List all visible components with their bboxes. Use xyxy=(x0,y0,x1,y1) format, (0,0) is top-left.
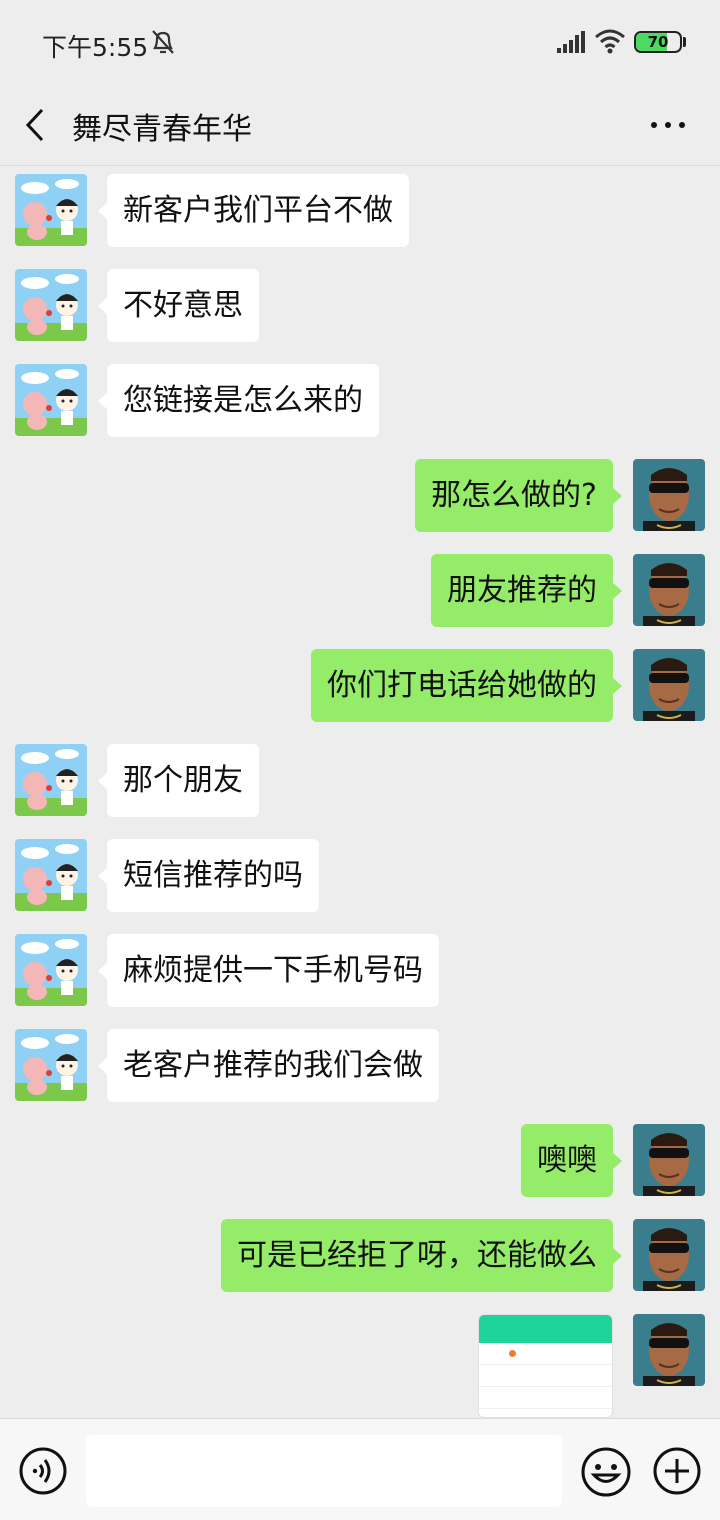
avatar[interactable] xyxy=(633,1219,705,1291)
avatar[interactable] xyxy=(15,744,87,816)
message-sent: 朋友推荐的 xyxy=(0,546,720,627)
message-sent: 可是已经拒了呀，还能做么 xyxy=(0,1211,720,1292)
emoji-icon[interactable] xyxy=(580,1446,632,1498)
signal-icon xyxy=(557,31,585,53)
message-received: 短信推荐的吗 xyxy=(0,831,720,912)
plus-icon[interactable] xyxy=(652,1446,702,1496)
message-input[interactable] xyxy=(86,1435,562,1507)
thumbnail-title-bar xyxy=(479,1325,612,1343)
chat-title: 舞尽青春年华 xyxy=(72,112,252,147)
message-bubble[interactable]: 老客户推荐的我们会做 xyxy=(98,1029,439,1102)
message-bubble[interactable]: 那怎么做的? xyxy=(415,459,622,532)
avatar[interactable] xyxy=(15,1029,87,1101)
chevron-left-icon[interactable] xyxy=(22,106,50,144)
thumbnail-row xyxy=(479,1387,612,1409)
message-sent: 那怎么做的? xyxy=(0,451,720,532)
thumbnail-dot xyxy=(509,1350,516,1357)
message-received: 不好意思 xyxy=(0,261,720,342)
message-sent: 你们打电话给她做的 xyxy=(0,641,720,722)
more-dots-icon[interactable] xyxy=(648,112,688,138)
status-time: 下午5:55 xyxy=(42,33,149,62)
message-bubble[interactable]: 新客户我们平台不做 xyxy=(98,174,409,247)
avatar[interactable] xyxy=(15,174,87,246)
wifi-icon xyxy=(595,29,625,54)
message-bubble[interactable]: 噢噢 xyxy=(521,1124,622,1197)
message-bubble[interactable]: 麻烦提供一下手机号码 xyxy=(98,934,439,1007)
avatar[interactable] xyxy=(15,364,87,436)
avatar[interactable] xyxy=(633,459,705,531)
thumbnail-row xyxy=(479,1343,612,1365)
input-bar xyxy=(0,1418,720,1520)
battery-nub xyxy=(683,37,686,47)
avatar[interactable] xyxy=(15,839,87,911)
message-received: 老客户推荐的我们会做 xyxy=(0,1021,720,1102)
message-received: 新客户我们平台不做 xyxy=(0,166,720,247)
message-bubble[interactable]: 您链接是怎么来的 xyxy=(98,364,379,437)
battery-icon: 70 xyxy=(634,31,682,53)
avatar[interactable] xyxy=(633,1124,705,1196)
image-thumbnail[interactable] xyxy=(478,1314,613,1418)
thumbnail-row xyxy=(479,1365,612,1387)
thumbnail-status-strip xyxy=(479,1315,612,1325)
message-list[interactable]: 新客户我们平台不做 不好意思 您链接是怎么来的 那怎么做的? 朋友推荐的 你们打… xyxy=(0,166,720,1418)
message-received: 麻烦提供一下手机号码 xyxy=(0,926,720,1007)
avatar[interactable] xyxy=(633,1314,705,1386)
chat-header: 舞尽青春年华 xyxy=(0,84,720,166)
message-bubble[interactable]: 可是已经拒了呀，还能做么 xyxy=(221,1219,622,1292)
avatar[interactable] xyxy=(633,649,705,721)
battery-level: 70 xyxy=(647,33,669,51)
message-bubble[interactable]: 不好意思 xyxy=(98,269,259,342)
status-bar: 下午5:55 70 xyxy=(0,0,720,84)
mute-icon xyxy=(152,30,174,54)
message-bubble[interactable]: 那个朋友 xyxy=(98,744,259,817)
voice-icon[interactable] xyxy=(18,1446,68,1496)
avatar[interactable] xyxy=(15,269,87,341)
message-received: 那个朋友 xyxy=(0,736,720,817)
message-bubble[interactable]: 朋友推荐的 xyxy=(431,554,622,627)
message-received: 您链接是怎么来的 xyxy=(0,356,720,437)
message-bubble[interactable]: 短信推荐的吗 xyxy=(98,839,319,912)
avatar[interactable] xyxy=(633,554,705,626)
message-sent: 噢噢 xyxy=(0,1116,720,1197)
avatar[interactable] xyxy=(15,934,87,1006)
message-bubble[interactable]: 你们打电话给她做的 xyxy=(311,649,622,722)
